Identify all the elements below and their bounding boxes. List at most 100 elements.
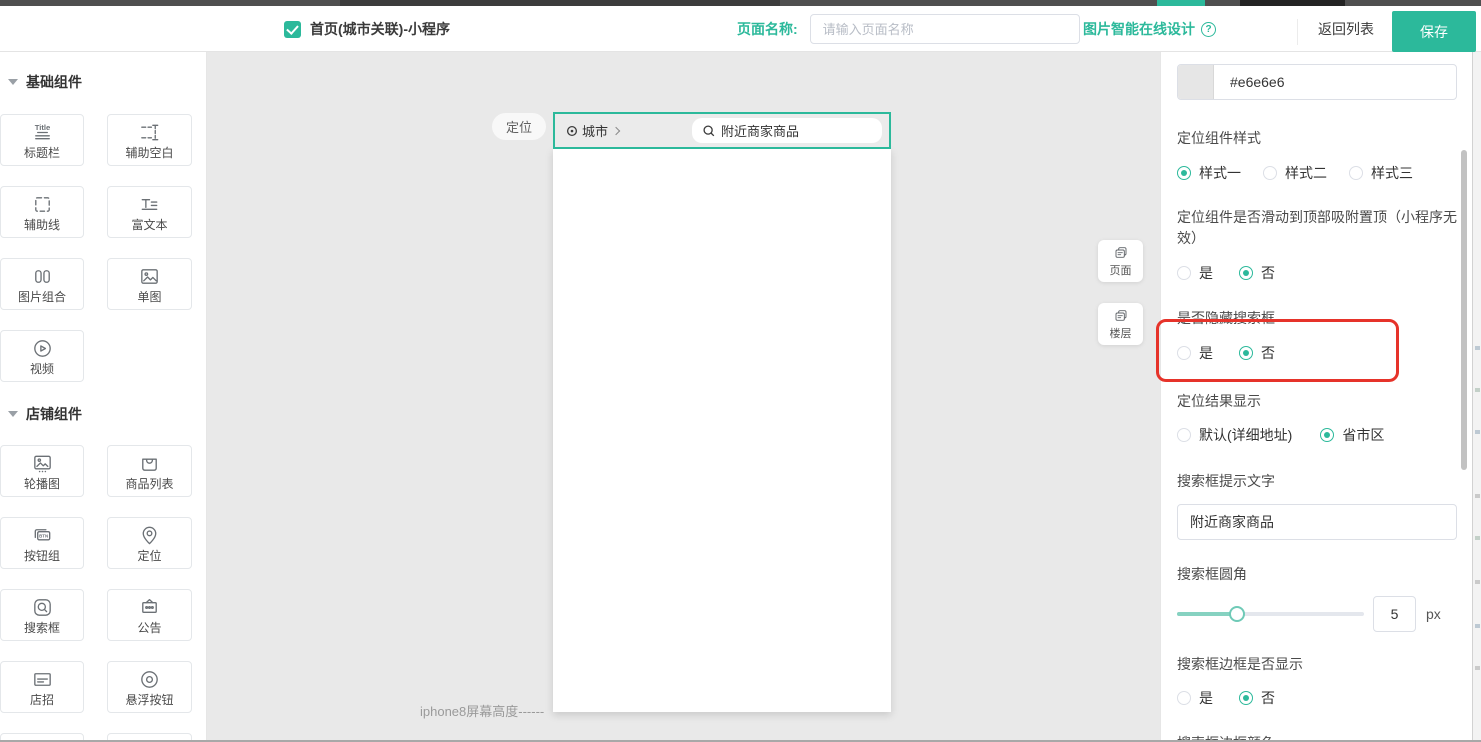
chevron-right-icon [612,126,620,134]
search-hint-input[interactable] [1177,504,1457,540]
component-card-video[interactable]: 视频 [0,330,84,382]
radius-slider[interactable] [1177,606,1364,622]
phone-canvas[interactable] [553,149,891,712]
floors-icon [1113,308,1129,324]
radio-border-no[interactable]: 否 [1239,688,1275,708]
video-icon [31,337,54,360]
save-button[interactable]: 保存 [1392,11,1476,52]
page-bg-color-field[interactable]: #e6e6e6 [1177,64,1457,100]
border-show-label: 搜索框边框是否显示 [1177,654,1456,675]
strip-segment-dark [1240,0,1345,6]
shop-components-grid: 轮播图 商品列表 BTN 按钮组 定位 搜索框 公告 [0,445,206,742]
radio-result-default[interactable]: 默认(详细地址) [1177,425,1292,445]
strip-segment [340,0,780,6]
search-box-icon [31,596,54,619]
pages-icon [1113,245,1129,261]
storefront-icon [31,668,54,691]
page-name-input[interactable] [810,14,1080,44]
sticky-radio-group: 是 否 [1177,263,1456,283]
settings-panel: #e6e6e6 定位组件样式 样式一 样式二 样式三 定位组件是否滑动到顶部吸附… [1160,52,1472,742]
location-component-preview[interactable]: 城市 附近商家商品 [553,112,891,149]
background-window-sliver [1472,6,1481,742]
border-show-radio-group: 是 否 [1177,688,1456,708]
component-card-location[interactable]: 定位 [107,517,192,569]
component-card-storefront[interactable]: 店招 [0,661,84,713]
preview-search-box[interactable]: 附近商家商品 [692,118,882,143]
hide-search-radio-group: 是 否 [1177,343,1456,363]
component-card-guide-line[interactable]: 辅助线 [0,186,84,238]
hide-search-label: 是否隐藏搜索框 [1177,308,1456,329]
section-shop-components[interactable]: 店铺组件 [8,406,206,422]
smart-design-link[interactable]: 图片智能在线设计 ? [1083,6,1216,52]
color-swatch[interactable] [1178,64,1214,100]
rich-text-icon [138,193,161,216]
section-basic-components[interactable]: 基础组件 [8,74,206,90]
selected-component-tag: 定位 [492,113,546,140]
page-title-group: 首页(城市关联)-小程序 [284,6,450,52]
radio-style-1[interactable]: 样式一 [1177,163,1241,183]
help-icon[interactable]: ? [1201,22,1216,37]
radius-label: 搜索框圆角 [1177,564,1456,585]
city-selector[interactable]: 城市 [565,121,619,140]
header-divider [1297,19,1298,45]
blank-spacer-icon [138,121,161,144]
component-card-button-group[interactable]: BTN 按钮组 [0,517,84,569]
radius-unit: px [1426,606,1441,622]
collapse-arrow-icon [8,79,18,85]
single-image-icon [138,265,161,288]
search-hint-label: 搜索框提示文字 [1177,471,1456,492]
carousel-icon [31,452,54,475]
strip-segment-teal [1157,0,1205,6]
radius-slider-row: px [1177,596,1457,632]
component-card-blank-spacer[interactable]: 辅助空白 [107,114,192,166]
radio-hide-no[interactable]: 否 [1239,343,1275,363]
page-builder-app: 首页(城市关联)-小程序 页面名称: 图片智能在线设计 ? 返回列表 保存 基础… [0,0,1481,742]
back-to-list-button[interactable]: 返回列表 [1306,6,1386,52]
radio-sticky-no[interactable]: 否 [1239,263,1275,283]
product-list-icon [138,452,161,475]
sticky-group-label: 定位组件是否滑动到顶部吸附置顶（小程序无效） [1177,207,1457,249]
component-card-carousel[interactable]: 轮播图 [0,445,84,497]
radio-style-3[interactable]: 样式三 [1349,163,1413,183]
component-card-image-group[interactable]: 图片组合 [0,258,84,310]
radius-number-input[interactable] [1373,596,1416,632]
component-card-title-bar[interactable]: Title 标题栏 [0,114,84,166]
title-bar-icon: Title [31,121,54,144]
page-title: 首页(城市关联)-小程序 [310,19,450,39]
page-name-group: 页面名称: [737,6,1080,52]
component-sidebar: 基础组件 Title 标题栏 辅助空白 辅助线 富文本 图片组合 [0,52,207,742]
component-card-product-list[interactable]: 商品列表 [107,445,192,497]
page-checkbox[interactable] [284,21,301,38]
radio-result-region[interactable]: 省市区 [1320,425,1384,445]
notice-icon [138,596,161,619]
slider-handle[interactable] [1229,606,1245,622]
magnifier-icon [702,124,716,138]
screen-height-note: iphone8屏幕高度------ [420,701,544,720]
radio-style-2[interactable]: 样式二 [1263,163,1327,183]
svg-text:Title: Title [34,123,50,132]
result-radio-group: 默认(详细地址) 省市区 [1177,425,1456,445]
city-target-icon [565,124,579,138]
page-name-label: 页面名称: [737,19,798,39]
result-group-label: 定位结果显示 [1177,391,1456,412]
panel-scrollbar[interactable] [1461,150,1467,470]
style-radio-group: 样式一 样式二 样式三 [1177,163,1456,183]
component-card-floating-button[interactable]: 悬浮按钮 [107,661,192,713]
style-group-label: 定位组件样式 [1177,128,1456,149]
image-group-icon [31,265,54,288]
top-toolbar: 首页(城市关联)-小程序 页面名称: 图片智能在线设计 ? 返回列表 保存 [0,6,1481,52]
browser-top-strip [0,0,1481,6]
location-pin-icon [138,524,161,547]
pages-button[interactable]: 页面 [1098,240,1143,282]
component-card-single-image[interactable]: 单图 [107,258,192,310]
floors-button[interactable]: 楼层 [1098,303,1143,345]
guide-line-icon [31,193,54,216]
svg-text:BTN: BTN [39,534,48,539]
radio-sticky-yes[interactable]: 是 [1177,263,1213,283]
component-card-rich-text[interactable]: 富文本 [107,186,192,238]
radio-border-yes[interactable]: 是 [1177,688,1213,708]
basic-components-grid: Title 标题栏 辅助空白 辅助线 富文本 图片组合 单图 [0,114,206,382]
component-card-notice[interactable]: 公告 [107,589,192,641]
component-card-search-box[interactable]: 搜索框 [0,589,84,641]
radio-hide-yes[interactable]: 是 [1177,343,1213,363]
